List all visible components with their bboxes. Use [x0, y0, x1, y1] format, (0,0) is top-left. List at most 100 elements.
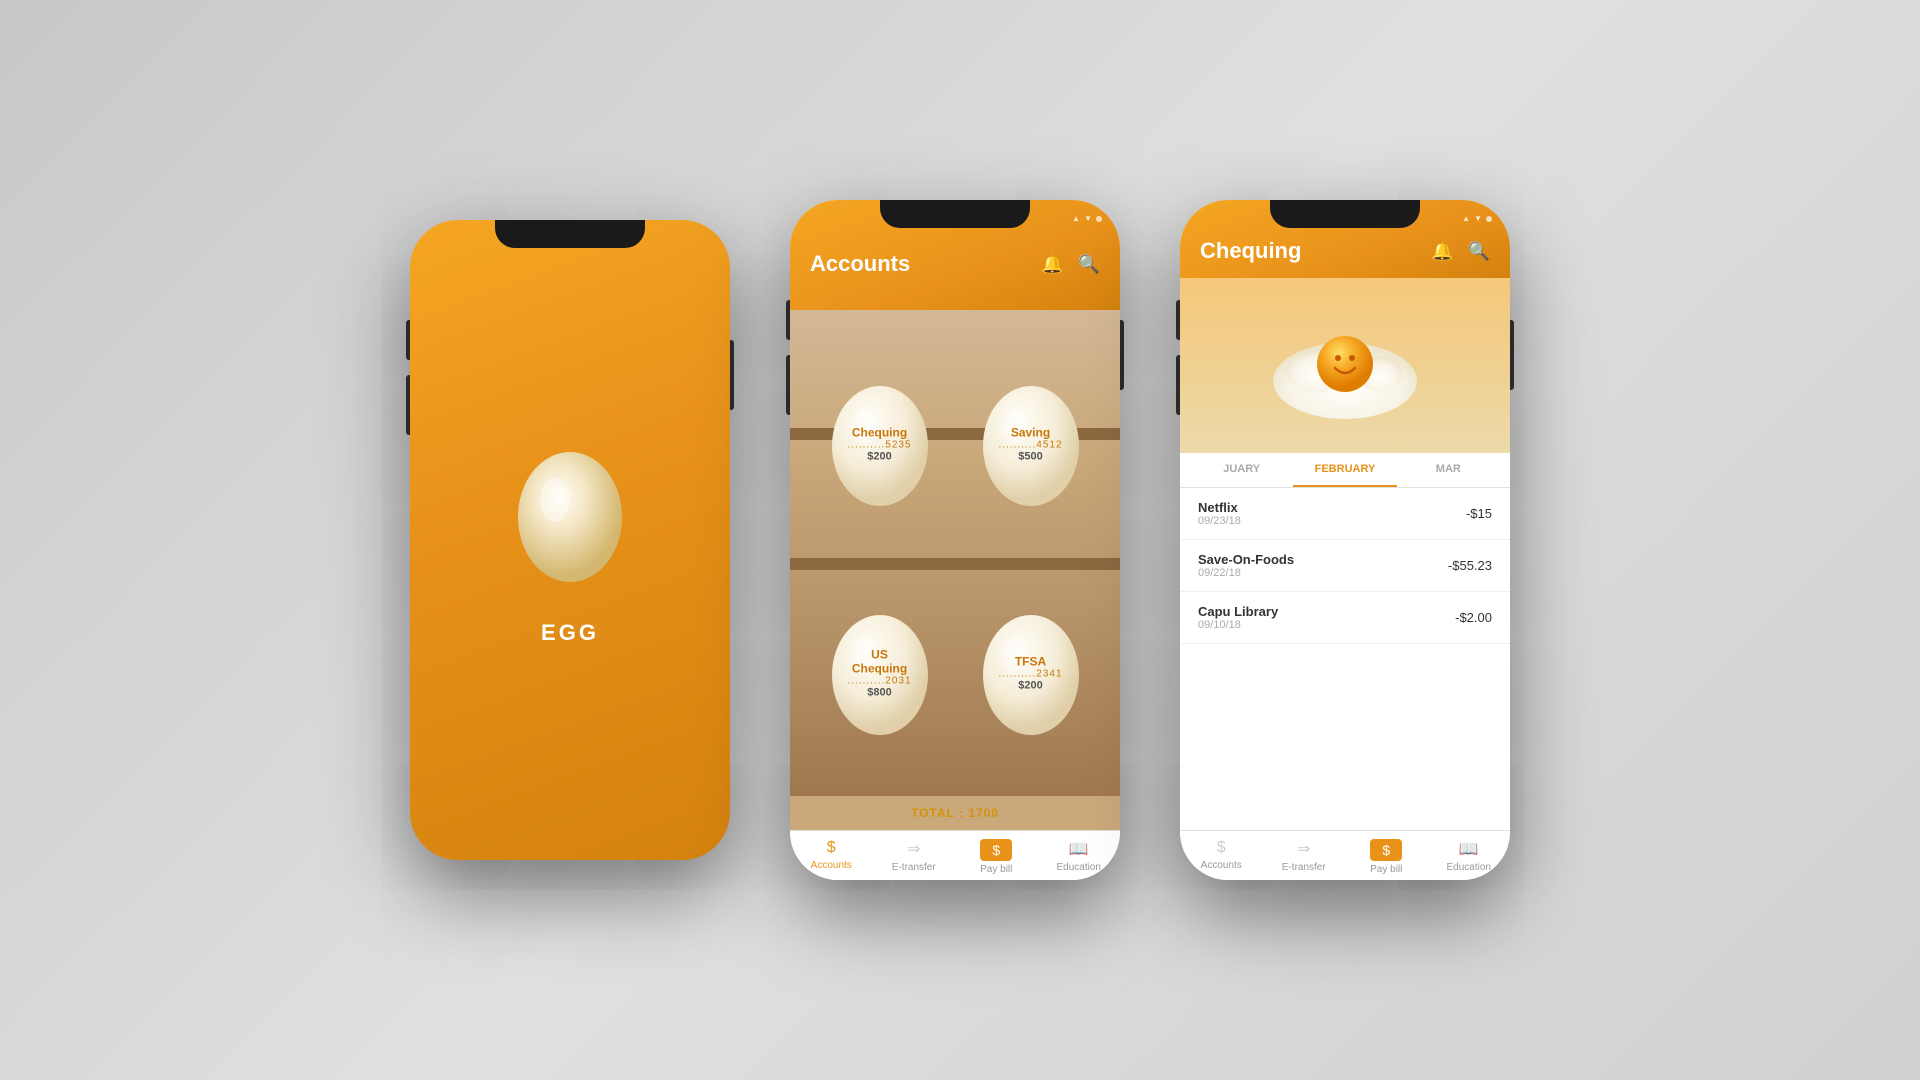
transaction-info-capulibrary: Capu Library 09/10/18: [1198, 604, 1278, 631]
header-icons: 🔔 🔍: [1041, 254, 1100, 275]
chequing-hero: [1180, 278, 1510, 453]
date-capulibrary: 09/10/18: [1198, 619, 1278, 631]
merchant-netflix: Netflix: [1198, 500, 1241, 515]
chequing-search-icon[interactable]: 🔍: [1468, 241, 1490, 262]
chequing-amount: $200: [847, 450, 911, 462]
merchant-capulibrary: Capu Library: [1198, 604, 1278, 619]
tab-education-label: Education: [1057, 862, 1101, 873]
bell-icon[interactable]: 🔔: [1041, 254, 1063, 275]
accounts-title: Accounts: [810, 251, 910, 277]
account-card-saving[interactable]: Saving ..........4512 $500: [961, 335, 1100, 552]
saving-amount: $500: [998, 450, 1062, 462]
transaction-info-saveonfoods: Save-On-Foods 09/22/18: [1198, 552, 1294, 579]
tab-chequing-education-icon: 📖: [1459, 839, 1479, 859]
fried-egg-illustration: [1265, 306, 1425, 426]
tab-chequing-paybill-icon: $: [1382, 842, 1390, 858]
tab-chequing-accounts[interactable]: $ Accounts: [1180, 839, 1263, 875]
chequing-name: Chequing: [847, 425, 911, 439]
tab-paybill-label: Pay bill: [980, 864, 1012, 875]
month-tab-january[interactable]: JUARY: [1190, 453, 1293, 487]
tab-chequing-paybill[interactable]: $ Pay bill: [1345, 839, 1428, 875]
transaction-info-netflix: Netflix 09/23/18: [1198, 500, 1241, 527]
account-card-us-chequing[interactable]: US Chequing ..........2031 $800: [810, 564, 949, 781]
phone-accounts: Accounts 🔔 🔍 ▲ ▼: [790, 200, 1120, 880]
notch-accounts: [880, 200, 1030, 228]
phone-chequing: Chequing 🔔 🔍 ▲ ▼: [1180, 200, 1510, 880]
account-card-tfsa[interactable]: TFSA ..........2341 $200: [961, 564, 1100, 781]
tab-etransfer[interactable]: ⇒ E-transfer: [873, 839, 956, 875]
chequing-status-bar: ▲ ▼: [1462, 214, 1492, 223]
us-chequing-amount: $800: [847, 686, 911, 698]
tfsa-amount: $200: [998, 679, 1062, 691]
tab-etransfer-label: E-transfer: [892, 862, 936, 873]
merchant-saveonfoods: Save-On-Foods: [1198, 552, 1294, 567]
amount-capulibrary: -$2.00: [1455, 610, 1492, 625]
tab-chequing-paybill-label: Pay bill: [1370, 864, 1402, 875]
splash-screen: EGG: [410, 220, 730, 860]
tab-paybill-box: $: [980, 839, 1012, 861]
tfsa-num: ..........2341: [998, 668, 1062, 679]
us-chequing-name: US Chequing: [847, 647, 911, 675]
amount-saveonfoods: -$55.23: [1448, 558, 1492, 573]
us-chequing-content: US Chequing ..........2031 $800: [847, 647, 911, 698]
saving-content: Saving ..........4512 $500: [998, 425, 1062, 462]
side-button-left1-3: [1176, 300, 1180, 340]
saving-num: ..........4512: [998, 439, 1062, 450]
phone-splash: EGG: [410, 220, 730, 860]
tfsa-name: TFSA: [998, 654, 1062, 668]
notch-chequing: [1270, 200, 1420, 228]
total-label: TOTAL : 1700: [911, 806, 999, 820]
side-button-left2: [406, 375, 410, 435]
tab-chequing-education-label: Education: [1447, 862, 1491, 873]
date-saveonfoods: 09/22/18: [1198, 567, 1294, 579]
month-tab-march[interactable]: MAR: [1397, 453, 1500, 487]
tab-chequing-accounts-label: Accounts: [1201, 860, 1242, 871]
transaction-row-capulibrary[interactable]: Capu Library 09/10/18 -$2.00: [1180, 592, 1510, 644]
tab-accounts-label: Accounts: [811, 860, 852, 871]
tab-education[interactable]: 📖 Education: [1038, 839, 1121, 875]
chequing-header-icons: 🔔 🔍: [1431, 241, 1490, 262]
side-button-left1: [406, 320, 410, 360]
tab-chequing-etransfer-icon: ⇒: [1297, 839, 1310, 859]
search-icon[interactable]: 🔍: [1078, 254, 1100, 275]
tab-accounts[interactable]: $ Accounts: [790, 839, 873, 875]
amount-netflix: -$15: [1466, 506, 1492, 521]
tab-bar-chequing: $ Accounts ⇒ E-transfer $ Pay bill 📖 Edu…: [1180, 830, 1510, 880]
side-button-right-3: [1510, 320, 1514, 390]
month-tab-february[interactable]: FEBRUARY: [1293, 453, 1396, 487]
tab-chequing-etransfer[interactable]: ⇒ E-transfer: [1263, 839, 1346, 875]
chequing-screen: Chequing 🔔 🔍 ▲ ▼: [1180, 200, 1510, 880]
app-title: EGG: [541, 620, 599, 646]
side-button-right-2: [1120, 320, 1124, 390]
tab-chequing-paybill-box: $: [1370, 839, 1402, 861]
chequing-num: ..........5235: [847, 439, 911, 450]
egg-icon: [505, 435, 635, 590]
accounts-cards-area: Chequing ..........5235 $200: [790, 310, 1120, 796]
tab-paybill[interactable]: $ Pay bill: [955, 839, 1038, 875]
status-bar: ▲ ▼: [1072, 214, 1102, 223]
tab-bar-accounts: $ Accounts ⇒ E-transfer $ Pay bill 📖 Edu…: [790, 830, 1120, 880]
accounts-screen: Accounts 🔔 🔍 ▲ ▼: [790, 200, 1120, 880]
total-bar: TOTAL : 1700: [790, 796, 1120, 830]
date-netflix: 09/23/18: [1198, 515, 1241, 527]
tab-etransfer-icon: ⇒: [907, 839, 920, 859]
account-card-chequing[interactable]: Chequing ..........5235 $200: [810, 335, 949, 552]
saving-name: Saving: [998, 425, 1062, 439]
tab-education-icon: 📖: [1069, 839, 1089, 859]
chequing-title: Chequing: [1200, 238, 1301, 264]
tab-chequing-etransfer-label: E-transfer: [1282, 862, 1326, 873]
transaction-row-saveonfoods[interactable]: Save-On-Foods 09/22/18 -$55.23: [1180, 540, 1510, 592]
chequing-bell-icon[interactable]: 🔔: [1431, 241, 1453, 262]
chequing-content: Chequing ..........5235 $200: [847, 425, 911, 462]
notch: [495, 220, 645, 248]
side-button-right: [730, 340, 734, 410]
tfsa-content: TFSA ..........2341 $200: [998, 654, 1062, 691]
tab-chequing-education[interactable]: 📖 Education: [1428, 839, 1511, 875]
transaction-row-netflix[interactable]: Netflix 09/23/18 -$15: [1180, 488, 1510, 540]
side-button-left2-3: [1176, 355, 1180, 415]
us-chequing-num: ..........2031: [847, 675, 911, 686]
tab-chequing-accounts-icon: $: [1217, 839, 1226, 857]
month-tabs: JUARY FEBRUARY MAR: [1180, 453, 1510, 488]
tab-accounts-icon: $: [827, 839, 836, 857]
tab-paybill-icon: $: [992, 842, 1000, 858]
